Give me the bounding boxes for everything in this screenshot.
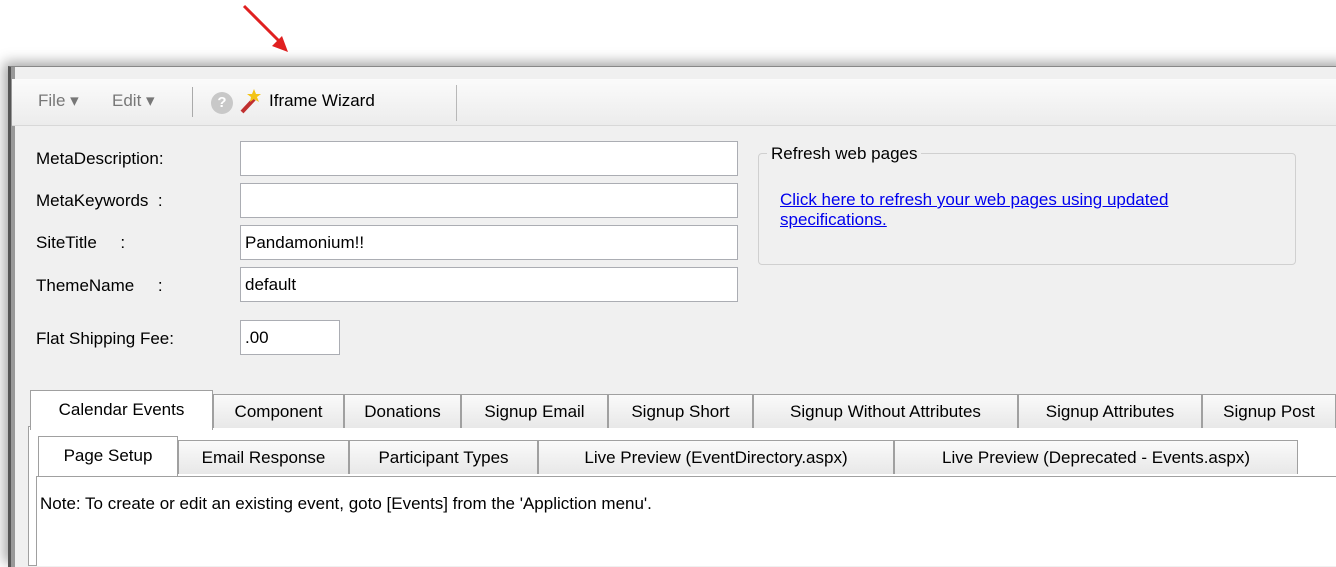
toolbar-separator — [192, 87, 193, 117]
meta-description-label: MetaDescription: — [36, 149, 164, 168]
site-title-label: SiteTitle : — [36, 233, 126, 252]
tab-live-preview-deprecated[interactable]: Live Preview (Deprecated - Events.aspx) — [894, 440, 1298, 474]
tab-signup-attributes[interactable]: Signup Attributes — [1018, 394, 1202, 428]
refresh-web-pages-link[interactable]: Click here to refresh your web pages usi… — [780, 190, 1240, 230]
flat-shipping-fee-field[interactable]: .00 — [240, 320, 340, 355]
tab-live-preview-eventdirectory[interactable]: Live Preview (EventDirectory.aspx) — [538, 440, 894, 474]
tab-calendar-events[interactable]: Calendar Events — [30, 390, 213, 430]
tab-email-response[interactable]: Email Response — [178, 440, 349, 474]
tab-signup-post[interactable]: Signup Post — [1202, 394, 1336, 428]
iframe-wizard-button[interactable]: Iframe Wizard — [269, 91, 375, 111]
tab-participant-types[interactable]: Participant Types — [349, 440, 538, 474]
toolbar-divider — [456, 85, 457, 121]
file-menu[interactable]: File ▾ — [38, 91, 79, 111]
edit-menu[interactable]: Edit ▾ — [112, 91, 155, 111]
meta-description-field[interactable] — [240, 141, 738, 176]
theme-name-field[interactable]: default — [240, 267, 738, 302]
tab-component[interactable]: Component — [213, 394, 344, 428]
sub-tab-panel — [36, 476, 1336, 566]
help-icon[interactable]: ? — [211, 92, 233, 114]
annotation-arrow-icon — [242, 4, 288, 52]
tab-signup-short[interactable]: Signup Short — [608, 394, 753, 428]
flat-shipping-fee-label: Flat Shipping Fee: — [36, 329, 174, 348]
site-title-field[interactable]: Pandamonium!! — [240, 225, 738, 260]
tab-signup-without-attributes[interactable]: Signup Without Attributes — [753, 394, 1018, 428]
tab-donations[interactable]: Donations — [344, 394, 461, 428]
meta-keywords-field[interactable] — [240, 183, 738, 218]
theme-name-label: ThemeName : — [36, 276, 163, 295]
note-text: Note: To create or edit an existing even… — [40, 494, 652, 513]
tab-page-setup[interactable]: Page Setup — [38, 436, 178, 476]
tab-signup-email[interactable]: Signup Email — [461, 394, 608, 428]
magic-wand-icon — [240, 89, 261, 114]
menu-toolbar: File ▾ Edit ▾ ? Iframe Wizard — [12, 79, 1336, 126]
meta-keywords-label: MetaKeywords : — [36, 191, 163, 210]
refresh-group-title: Refresh web pages — [767, 144, 922, 164]
refresh-web-pages-group: Refresh web pages Click here to refresh … — [758, 144, 1296, 265]
